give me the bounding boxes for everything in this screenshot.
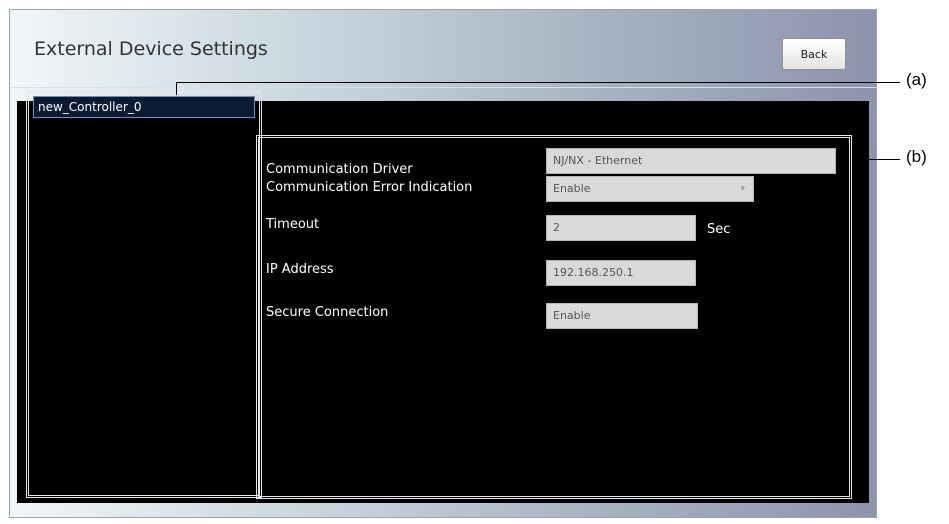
timeout-unit: Sec: [707, 222, 731, 237]
header-divider: [10, 87, 876, 88]
callout-a-leader-vertical: [176, 82, 177, 95]
communication-error-indication-label: Communication Error Indication: [266, 180, 473, 195]
callout-a-label: (a): [906, 70, 927, 89]
chevron-down-icon: ▾: [740, 184, 745, 194]
communication-error-indication-select[interactable]: Enable ▾: [546, 176, 754, 202]
timeout-label: Timeout: [266, 217, 320, 232]
device-settings-panel: Communication Driver NJ/NX - Ethernet Co…: [256, 135, 852, 499]
communication-error-indication-value: Enable: [553, 182, 591, 195]
secure-connection-field: Enable: [546, 303, 698, 329]
callout-b-leader: [856, 159, 900, 160]
communication-driver-field: NJ/NX - Ethernet: [546, 148, 836, 174]
device-list-panel: new_Controller_0: [26, 90, 262, 498]
callout-b-label: (b): [906, 147, 927, 166]
back-button[interactable]: Back: [782, 38, 846, 70]
secure-connection-label: Secure Connection: [266, 305, 389, 320]
communication-driver-label: Communication Driver: [266, 162, 413, 177]
ip-address-label: IP Address: [266, 262, 334, 277]
page-title: External Device Settings: [34, 38, 268, 60]
ip-address-input[interactable]: 192.168.250.1: [546, 260, 696, 286]
timeout-input[interactable]: 2: [546, 215, 696, 241]
device-list-item-new-controller-0[interactable]: new_Controller_0: [33, 96, 255, 118]
callout-a-leader: [176, 82, 900, 83]
